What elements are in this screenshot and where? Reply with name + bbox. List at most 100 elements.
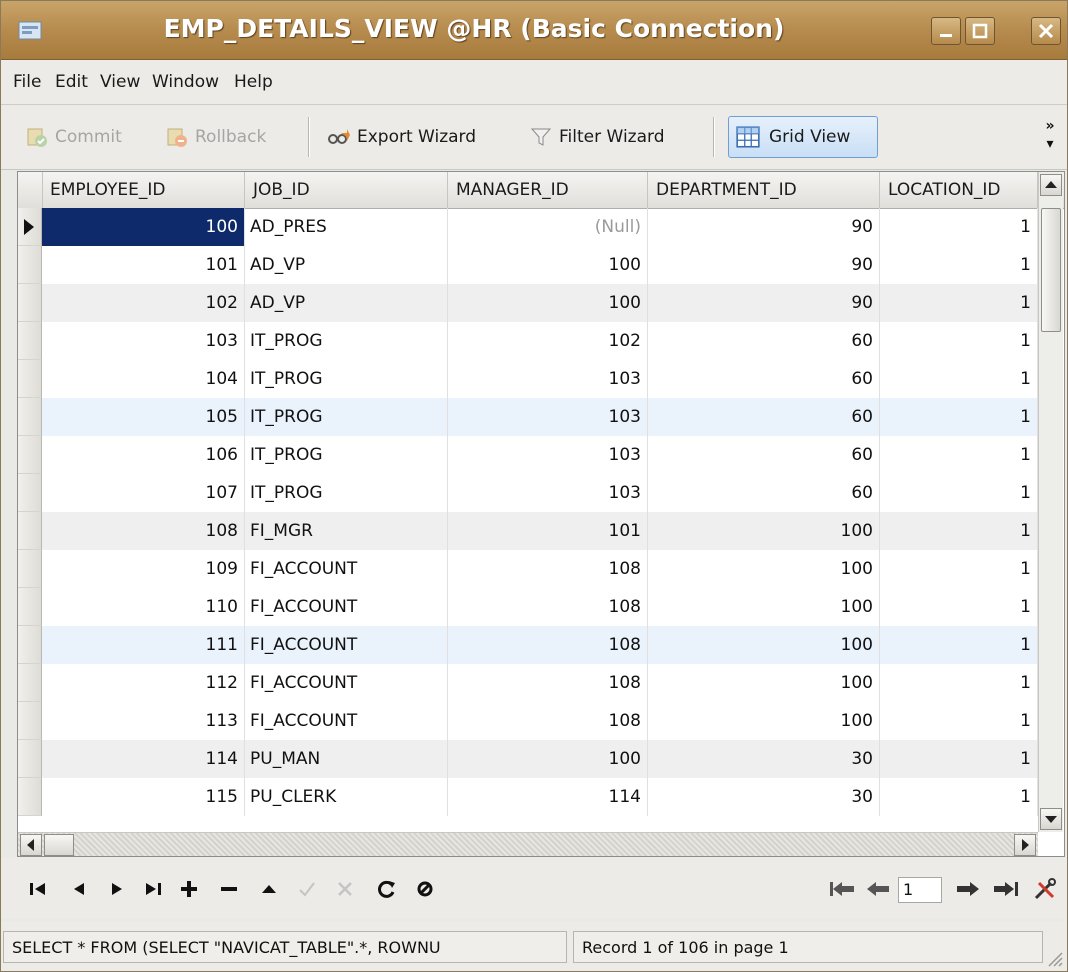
cell-location-id[interactable]: 1 [880,284,1038,322]
cell-job-id[interactable]: FI_ACCOUNT [245,588,448,626]
row-indicator[interactable] [18,778,42,816]
page-number-input[interactable]: 1 [898,877,942,903]
cell-employee-id[interactable]: 111 [42,626,245,664]
cell-location-id[interactable]: 1 [880,360,1038,398]
row-indicator[interactable] [18,474,42,512]
horizontal-scrollbar[interactable] [18,832,1038,856]
apply-changes-icon[interactable] [295,877,319,901]
cell-manager-id[interactable]: 108 [448,550,648,588]
last-record-icon[interactable] [141,877,165,901]
table-row[interactable]: 111 FI_ACCOUNT 108 100 1 [18,626,1038,664]
cell-location-id[interactable]: 1 [880,474,1038,512]
cell-job-id[interactable]: FI_ACCOUNT [245,664,448,702]
table-row[interactable]: 102 AD_VP 100 90 1 [18,284,1038,322]
cell-manager-id[interactable]: (Null) [448,208,648,246]
cell-employee-id[interactable]: 102 [42,284,245,322]
cell-location-id[interactable]: 1 [880,322,1038,360]
cell-job-id[interactable]: PU_CLERK [245,778,448,816]
cell-employee-id[interactable]: 108 [42,512,245,550]
table-row[interactable]: 109 FI_ACCOUNT 108 100 1 [18,550,1038,588]
rollback-button[interactable]: Rollback [165,117,266,157]
first-page-icon[interactable] [827,877,857,901]
cell-department-id[interactable]: 30 [648,740,880,778]
cell-job-id[interactable]: AD_VP [245,284,448,322]
cell-employee-id[interactable]: 115 [42,778,245,816]
discard-changes-icon[interactable] [333,877,357,901]
cell-department-id[interactable]: 60 [648,474,880,512]
menu-help[interactable]: Help [234,72,273,92]
menu-file[interactable]: File [13,72,41,92]
move-up-icon[interactable] [257,877,281,901]
vertical-scroll-thumb[interactable] [1041,208,1061,332]
cell-employee-id[interactable]: 114 [42,740,245,778]
table-row[interactable]: 107 IT_PROG 103 60 1 [18,474,1038,512]
scroll-right-button[interactable] [1014,834,1036,856]
row-indicator[interactable] [18,246,42,284]
row-indicator[interactable] [18,322,42,360]
cell-employee-id[interactable]: 103 [42,322,245,360]
cell-job-id[interactable]: IT_PROG [245,322,448,360]
table-row[interactable]: 103 IT_PROG 102 60 1 [18,322,1038,360]
table-row[interactable]: 106 IT_PROG 103 60 1 [18,436,1038,474]
table-row[interactable]: 108 FI_MGR 101 100 1 [18,512,1038,550]
row-indicator[interactable] [18,626,42,664]
cell-department-id[interactable]: 100 [648,550,880,588]
cell-department-id[interactable]: 100 [648,512,880,550]
vertical-scrollbar[interactable] [1038,172,1063,832]
cell-employee-id[interactable]: 105 [42,398,245,436]
cell-manager-id[interactable]: 102 [448,322,648,360]
cell-manager-id[interactable]: 100 [448,246,648,284]
cell-manager-id[interactable]: 100 [448,284,648,322]
scroll-down-button[interactable] [1040,808,1062,830]
table-row[interactable]: 112 FI_ACCOUNT 108 100 1 [18,664,1038,702]
cell-manager-id[interactable]: 108 [448,588,648,626]
cell-employee-id[interactable]: 107 [42,474,245,512]
cell-department-id[interactable]: 60 [648,360,880,398]
row-indicator[interactable] [18,550,42,588]
column-header-employee-id[interactable]: EMPLOYEE_ID [42,172,245,208]
cell-department-id[interactable]: 30 [648,778,880,816]
filter-wizard-button[interactable]: Filter Wizard [529,117,665,157]
cell-location-id[interactable]: 1 [880,702,1038,740]
cell-department-id[interactable]: 100 [648,588,880,626]
menu-edit[interactable]: Edit [55,72,88,92]
cell-employee-id[interactable]: 104 [42,360,245,398]
last-page-icon[interactable] [991,877,1021,901]
cell-manager-id[interactable]: 103 [448,436,648,474]
cell-department-id[interactable]: 100 [648,626,880,664]
cell-employee-id[interactable]: 101 [42,246,245,284]
row-indicator[interactable] [18,284,42,322]
row-indicator[interactable] [18,740,42,778]
title-bar[interactable]: EMP_DETAILS_VIEW @HR (Basic Connection) [1,1,1067,60]
cell-job-id[interactable]: FI_ACCOUNT [245,626,448,664]
cell-department-id[interactable]: 60 [648,398,880,436]
column-header-manager-id[interactable]: MANAGER_ID [448,172,648,208]
row-indicator[interactable] [18,360,42,398]
cell-job-id[interactable]: FI_MGR [245,512,448,550]
cell-job-id[interactable]: IT_PROG [245,474,448,512]
cell-employee-id[interactable]: 100 [42,208,245,246]
cell-job-id[interactable]: PU_MAN [245,740,448,778]
export-wizard-button[interactable]: Export Wizard [327,117,476,157]
cell-location-id[interactable]: 1 [880,588,1038,626]
column-header-job-id[interactable]: JOB_ID [245,172,448,208]
cell-department-id[interactable]: 90 [648,284,880,322]
maximize-button[interactable] [965,17,995,45]
cell-employee-id[interactable]: 109 [42,550,245,588]
commit-button[interactable]: Commit [25,117,122,157]
table-row[interactable]: 113 FI_ACCOUNT 108 100 1 [18,702,1038,740]
scroll-up-button[interactable] [1040,174,1062,196]
cell-manager-id[interactable]: 100 [448,740,648,778]
table-row[interactable]: 100 AD_PRES (Null) 90 1 [18,208,1038,246]
horizontal-scroll-thumb[interactable] [44,834,74,856]
cell-employee-id[interactable]: 110 [42,588,245,626]
cell-manager-id[interactable]: 101 [448,512,648,550]
settings-tools-icon[interactable] [1031,877,1061,901]
close-button[interactable] [1031,17,1061,45]
cell-job-id[interactable]: AD_PRES [245,208,448,246]
column-header-location-id[interactable]: LOCATION_ID [880,172,1038,208]
cell-department-id[interactable]: 60 [648,322,880,360]
row-indicator[interactable] [18,588,42,626]
previous-page-icon[interactable] [863,877,893,901]
cell-department-id[interactable]: 90 [648,246,880,284]
